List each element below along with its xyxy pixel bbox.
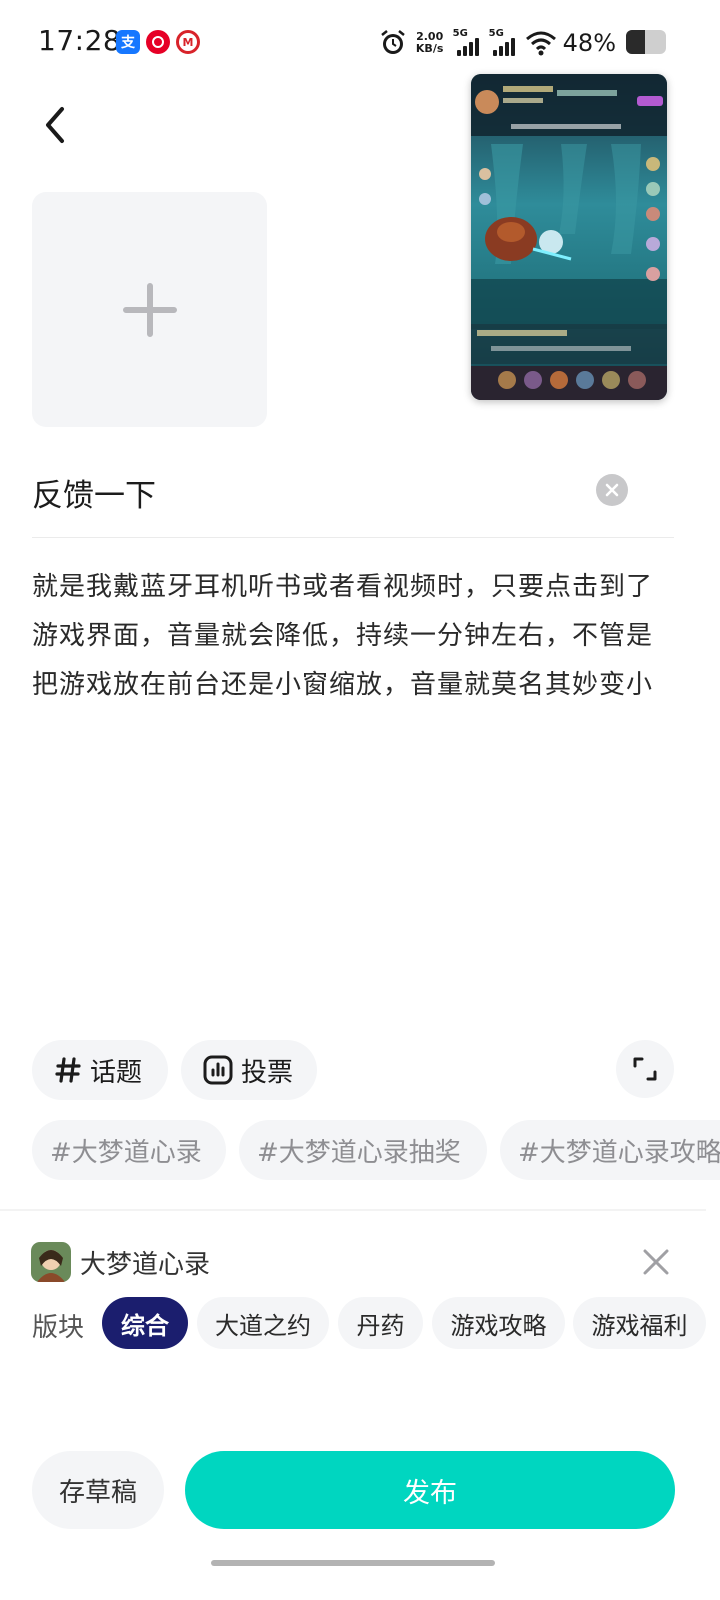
expand-icon <box>633 1057 657 1081</box>
post-title-input[interactable]: 反馈一下 <box>32 470 156 515</box>
alipay-icon: 支 <box>116 30 140 54</box>
netease-music-icon <box>146 30 170 54</box>
signal-1-label: 5G <box>452 28 468 39</box>
game-name: 大梦道心录 <box>80 1250 211 1280</box>
topic-label: 话题 <box>90 1057 143 1088</box>
game-avatar <box>31 1242 71 1282</box>
section-chip[interactable]: 大道之约 <box>197 1297 329 1349</box>
alarm-icon <box>380 30 405 54</box>
close-icon <box>605 483 619 497</box>
status-time: 17:28 <box>38 24 122 57</box>
topic-button[interactable]: 话题 <box>32 1040 168 1100</box>
signal-2-label: 5G <box>488 28 504 39</box>
vote-icon <box>203 1055 233 1085</box>
section-divider <box>0 1209 706 1211</box>
battery-percent: 48% <box>562 29 616 57</box>
vote-label: 投票 <box>241 1057 294 1088</box>
section-chip[interactable]: 游戏福利 <box>573 1297 706 1349</box>
plus-icon <box>122 282 177 337</box>
remove-game-button[interactable] <box>640 1246 672 1278</box>
clear-title-button[interactable] <box>596 474 628 506</box>
publish-button[interactable]: 发布 <box>185 1451 675 1529</box>
battery-icon <box>626 30 666 54</box>
save-draft-button[interactable]: 存草稿 <box>32 1451 164 1529</box>
section-chip[interactable]: 游戏攻略 <box>432 1297 565 1349</box>
close-icon <box>643 1249 669 1275</box>
network-speed-unit: KB/s <box>415 42 444 55</box>
game-screenshot-image <box>471 74 667 400</box>
cell-signal-1-icon: 5G <box>453 28 483 58</box>
home-indicator[interactable] <box>211 1560 495 1566</box>
cell-signal-2-icon: 5G <box>489 28 519 58</box>
wifi-icon <box>525 31 556 56</box>
post-body-input[interactable]: 就是我戴蓝牙耳机听书或者看视频时，只要点击到了游戏界面，音量就会降低，持续一分钟… <box>32 563 672 710</box>
vote-button[interactable]: 投票 <box>181 1040 317 1100</box>
hashtag-icon <box>54 1056 82 1084</box>
screenshot-thumbnail[interactable] <box>471 74 667 400</box>
section-chip[interactable]: 综合 <box>102 1297 188 1349</box>
back-button[interactable] <box>30 100 80 150</box>
chevron-left-icon <box>46 107 64 143</box>
section-label: 版块 <box>32 1313 85 1343</box>
suggested-tag[interactable]: #大梦道心录 <box>32 1120 226 1180</box>
expand-editor-button[interactable] <box>616 1040 674 1098</box>
suggested-tag[interactable]: #大梦道心录抽奖 <box>239 1120 487 1180</box>
add-image-button[interactable] <box>32 192 267 427</box>
status-bar: 17:28 支 M 2.00 KB/s 5G 5G 48% <box>0 0 720 84</box>
title-divider <box>32 537 674 538</box>
section-chip[interactable]: 丹药 <box>338 1297 423 1349</box>
metro-icon: M <box>176 30 200 54</box>
battery-fill <box>626 30 646 54</box>
suggested-tag[interactable]: #大梦道心录攻略 <box>500 1120 720 1180</box>
network-speed: 2.00 KB/s <box>413 31 447 55</box>
